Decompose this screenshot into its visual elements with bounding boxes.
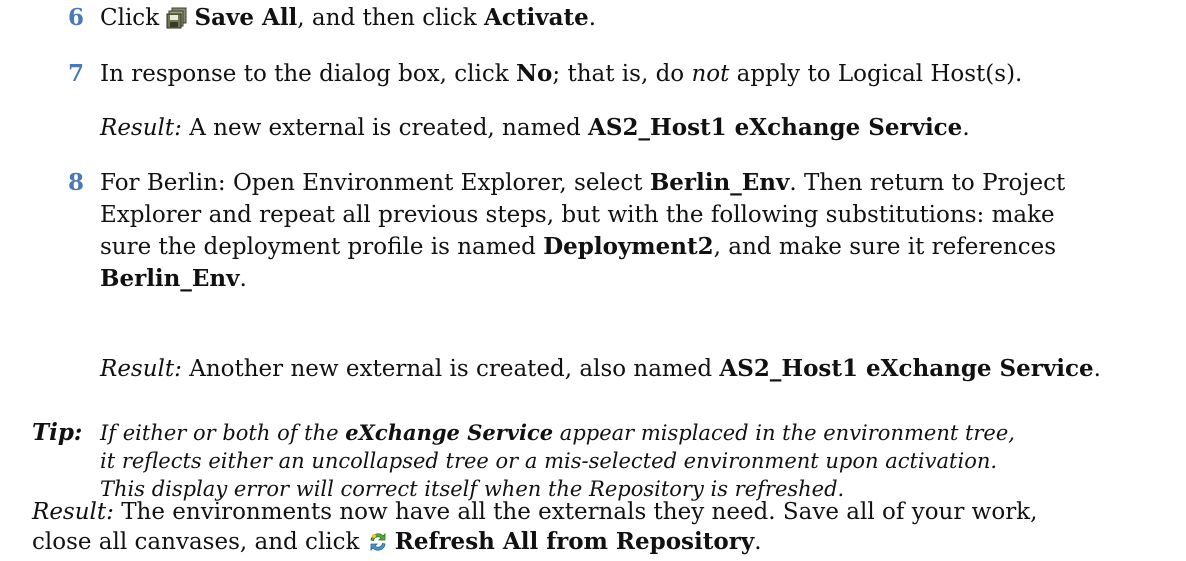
step-6: 6 Click Save All, and then click Activat… [68, 2, 1168, 34]
result-label: Result: [32, 499, 114, 525]
document-page: 6 Click Save All, and then click Activat… [0, 0, 1186, 559]
step-number: 6 [68, 4, 85, 31]
tip-block: Tip: If either or both of the eXchange S… [32, 419, 1172, 503]
result-label: Result: [100, 356, 182, 382]
tip-label: Tip: [32, 419, 83, 446]
step-text: In response to the dialog box, click No;… [100, 60, 1023, 87]
step-text: For Berlin: Open Environment Explorer, s… [100, 169, 1066, 292]
step-8-result: Result: Another new external is created,… [100, 355, 1101, 382]
step-7: 7 In response to the dialog box, click N… [68, 58, 1168, 90]
step-number: 8 [68, 169, 85, 196]
result-label: Result: [100, 115, 182, 141]
tip-text: If either or both of the eXchange Servic… [100, 420, 1015, 501]
save-all-icon [166, 6, 188, 29]
refresh-icon [367, 531, 389, 553]
final-result: Result: The environments now have all th… [32, 499, 1038, 555]
step-7-result: Result: A new external is created, named… [100, 114, 970, 141]
step-8: 8 For Berlin: Open Environment Explorer,… [68, 167, 1168, 295]
step-text: Click Save All, and then click Activate. [100, 4, 597, 31]
step-number: 7 [68, 60, 85, 87]
